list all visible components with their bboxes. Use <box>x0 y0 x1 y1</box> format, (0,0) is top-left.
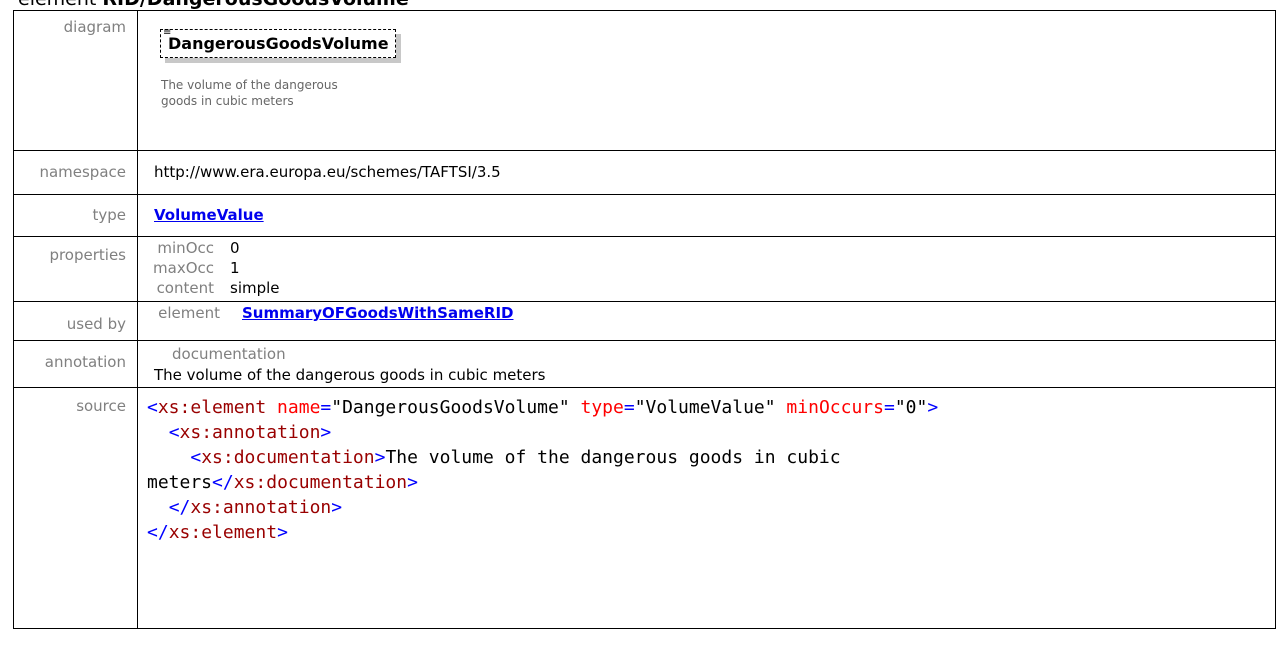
code-tag: xs:annotation <box>190 497 332 518</box>
code-bracket: < <box>147 397 158 418</box>
type-row: type VolumeValue <box>13 194 1276 237</box>
schema-doc-table: diagram ≡ DangerousGoodsVolume The volum… <box>13 10 1276 629</box>
code-tag: xs:element <box>168 522 278 543</box>
annotation-value: The volume of the dangerous goods in cub… <box>154 366 546 384</box>
diagram-element-box[interactable]: ≡ DangerousGoodsVolume <box>160 27 396 58</box>
properties-label: properties <box>49 246 126 264</box>
content-model-icon: ≡ <box>163 27 172 38</box>
code-attr-value: "0" <box>894 397 928 418</box>
property-key: content <box>156 279 214 297</box>
used-by-kind: element <box>158 304 220 322</box>
annotation-cell: documentation The volume of the dangerou… <box>137 340 1276 388</box>
type-label-cell: type <box>13 194 138 237</box>
code-bracket: > <box>927 397 939 418</box>
property-value: 1 <box>230 259 240 277</box>
used-by-row: used by element SummaryOFGoodsWithSameRID <box>13 301 1276 341</box>
code-bracket: > <box>277 522 288 543</box>
annotation-key: documentation <box>172 345 286 363</box>
diagram-label-cell: diagram <box>13 10 138 151</box>
source-cell: <xs:element name="DangerousGoodsVolume" … <box>137 387 1276 629</box>
code-attr: type <box>569 397 624 418</box>
property-key: maxOcc <box>153 259 214 277</box>
code-eq: = <box>883 397 895 418</box>
property-value: 0 <box>230 239 240 257</box>
code-text: meters <box>147 472 213 493</box>
code-bracket: </ <box>147 522 169 543</box>
diagram-row: diagram ≡ DangerousGoodsVolume The volum… <box>13 10 1276 151</box>
namespace-label-cell: namespace <box>13 150 138 195</box>
type-cell: VolumeValue <box>137 194 1276 237</box>
code-attr: name <box>266 397 321 418</box>
page-title-name: RID/DangerousGoodsVolume <box>102 0 408 10</box>
code-tag: xs:documentation <box>233 472 408 493</box>
code-tag: xs:element <box>157 397 267 418</box>
code-bracket: > <box>331 497 343 518</box>
code-bracket: </ <box>212 472 234 493</box>
code-eq: = <box>623 397 635 418</box>
page-title-prefix: element <box>18 0 102 10</box>
annotation-label: annotation <box>44 353 126 371</box>
source-code: <xs:element name="DangerousGoodsVolume" … <box>138 388 1275 545</box>
annotation-row: annotation documentation The volume of t… <box>13 340 1276 388</box>
properties-row: properties minOcc 0 maxOcc 1 content sim… <box>13 236 1276 302</box>
diagram-documentation: The volume of the dangerous goods in cub… <box>161 78 338 108</box>
page-title: element RID/DangerousGoodsVolume <box>18 0 409 10</box>
properties-cell: minOcc 0 maxOcc 1 content simple <box>137 236 1276 302</box>
code-bracket: > <box>407 472 418 493</box>
property-value: simple <box>230 279 280 297</box>
used-by-label-cell: used by <box>13 301 138 341</box>
type-link[interactable]: VolumeValue <box>138 195 264 224</box>
code-bracket: </ <box>168 497 191 518</box>
code-eq: = <box>320 397 332 418</box>
source-label: source <box>76 397 126 415</box>
used-by-link[interactable]: SummaryOFGoodsWithSameRID <box>242 304 513 322</box>
code-attr: minOccurs <box>775 397 884 418</box>
namespace-value: http://www.era.europa.eu/schemes/TAFTSI/… <box>154 163 501 181</box>
code-text: The volume of the dangerous goods in cub… <box>385 447 841 468</box>
code-bracket: > <box>320 422 332 443</box>
property-key: minOcc <box>157 239 214 257</box>
diagram-label: diagram <box>63 18 126 36</box>
diagram-element-name: DangerousGoodsVolume <box>168 34 389 53</box>
used-by-cell: element SummaryOFGoodsWithSameRID <box>137 301 1276 341</box>
annotation-label-cell: annotation <box>13 340 138 388</box>
code-attr-value: "VolumeValue" <box>634 397 776 418</box>
source-label-cell: source <box>13 387 138 629</box>
code-bracket: < <box>190 447 202 468</box>
used-by-label: used by <box>66 315 126 333</box>
namespace-label: namespace <box>39 163 126 181</box>
namespace-row: namespace http://www.era.europa.eu/schem… <box>13 150 1276 195</box>
source-row: source <xs:element name="DangerousGoodsV… <box>13 387 1276 629</box>
properties-grid: minOcc 0 maxOcc 1 content simple <box>138 237 1275 298</box>
code-bracket: > <box>374 447 386 468</box>
code-bracket: < <box>168 422 180 443</box>
code-tag: xs:annotation <box>179 422 321 443</box>
used-by-entry: element SummaryOFGoodsWithSameRID <box>138 302 1275 322</box>
code-tag: xs:documentation <box>201 447 375 468</box>
type-label: type <box>92 206 126 224</box>
properties-label-cell: properties <box>13 236 138 302</box>
diagram-cell: ≡ DangerousGoodsVolume The volume of the… <box>137 10 1276 151</box>
code-attr-value: "DangerousGoodsVolume" <box>331 397 570 418</box>
namespace-cell: http://www.era.europa.eu/schemes/TAFTSI/… <box>137 150 1276 195</box>
diagram: ≡ DangerousGoodsVolume The volume of the… <box>138 11 1275 150</box>
